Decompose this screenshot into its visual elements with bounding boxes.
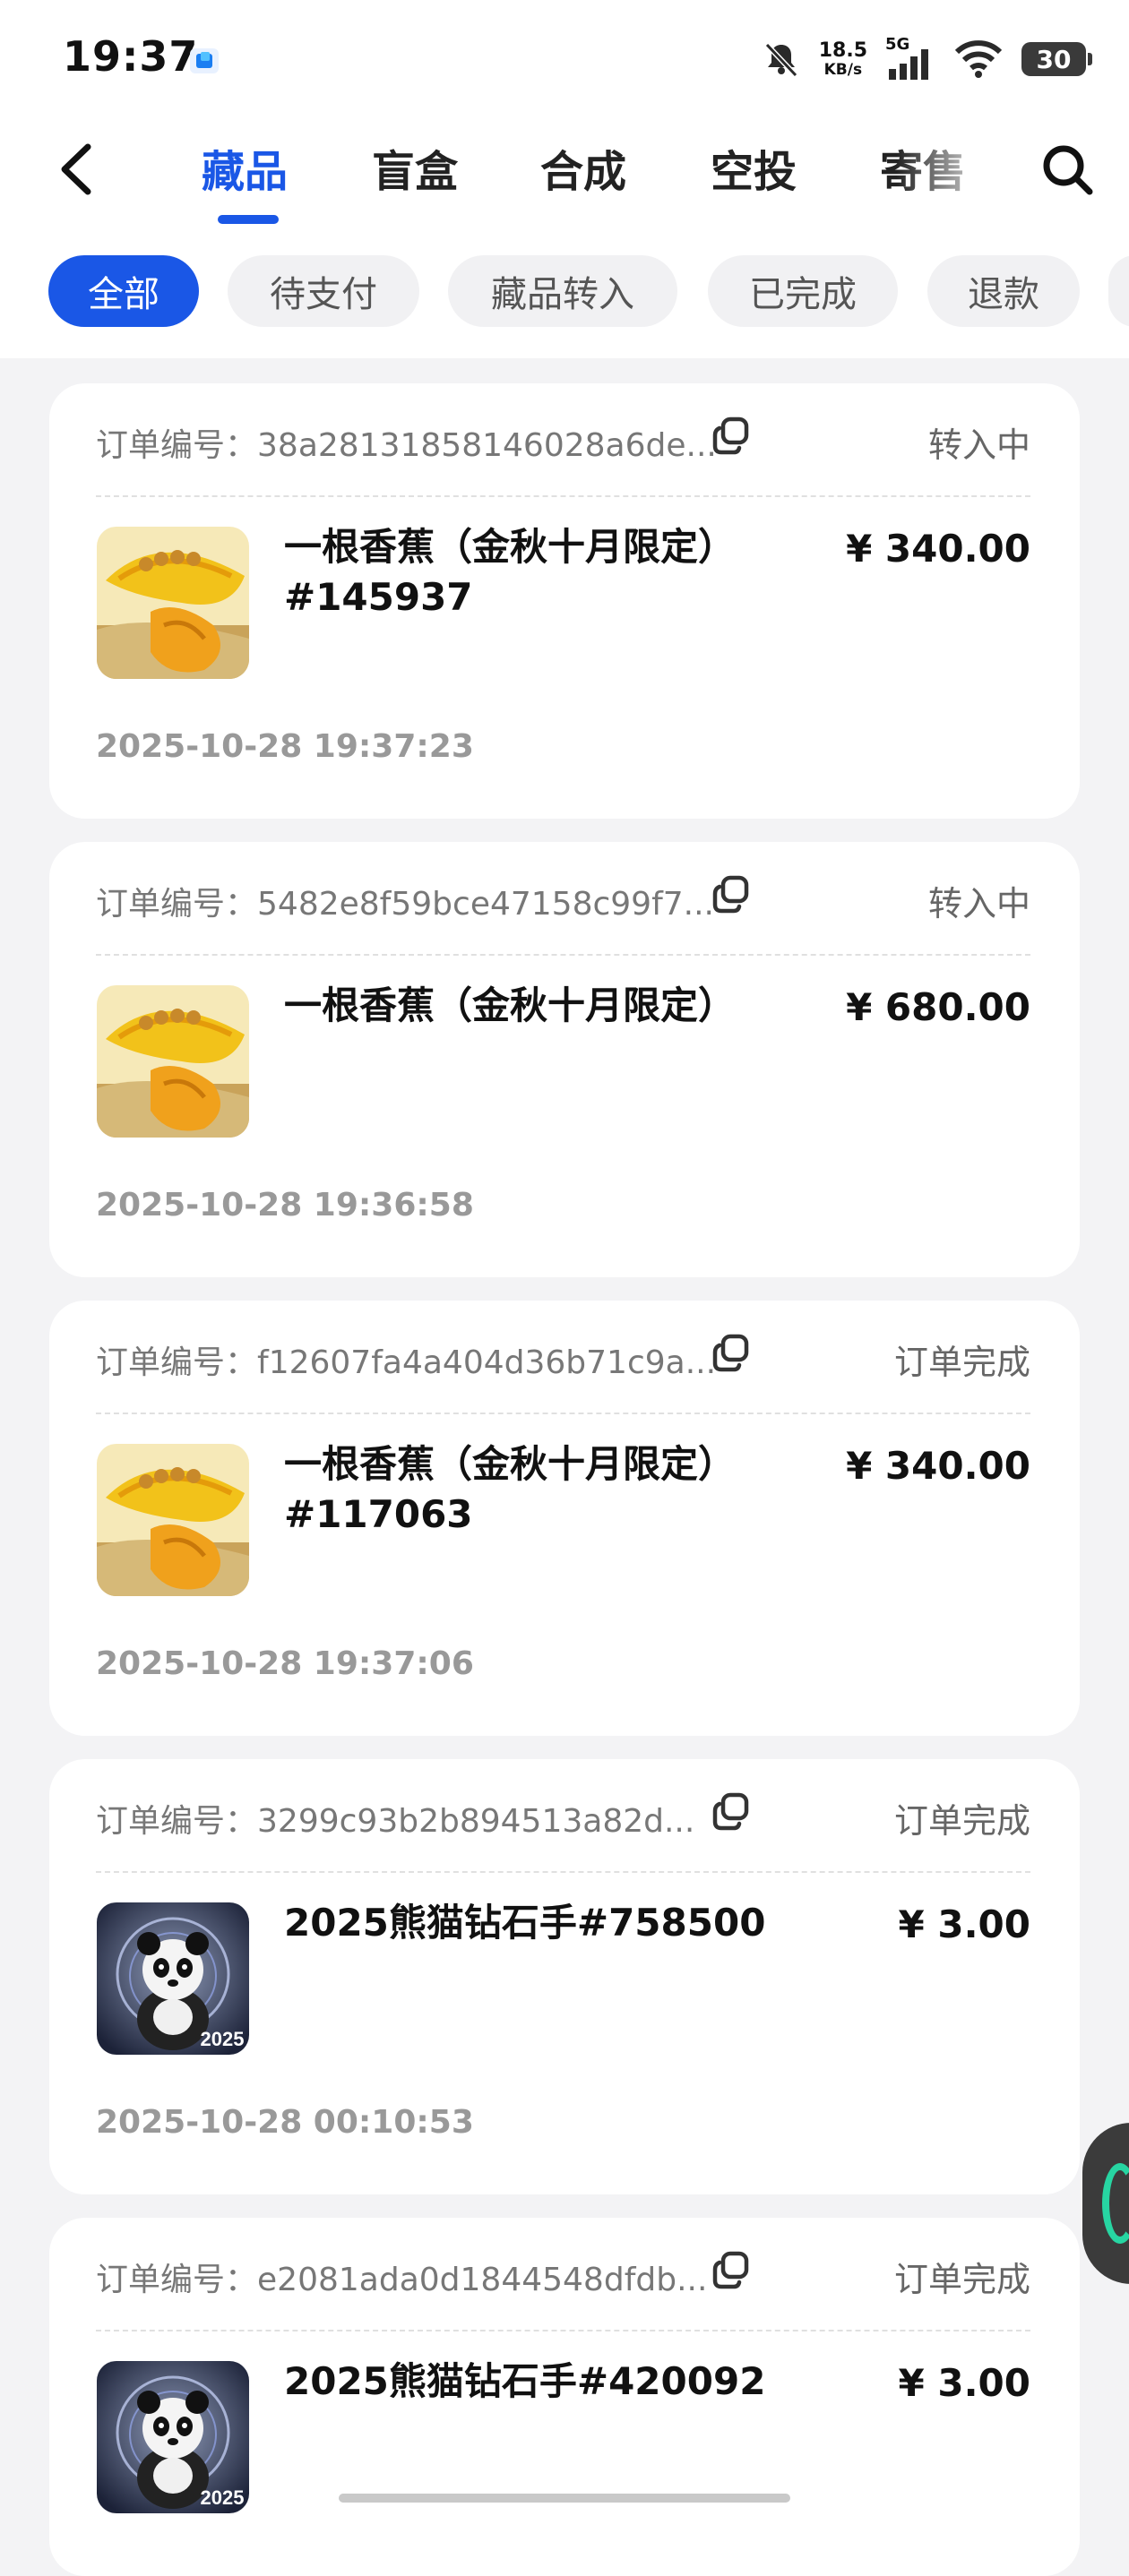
app-notification-icon xyxy=(190,48,219,73)
tab-airdrop[interactable]: 空投 xyxy=(711,136,797,199)
order-number: 订单编号：e2081ada0d1844548dfdb... xyxy=(96,2262,708,2298)
home-indicator xyxy=(339,2494,790,2503)
card-divider xyxy=(96,2330,1030,2331)
copy-icon[interactable] xyxy=(711,416,752,457)
collectible-name: 2025熊猫钻石手#420092 xyxy=(284,2359,766,2403)
net-speed: 18.5 KB/s xyxy=(818,39,867,79)
status-bar: 19:37 18.5 KB/s 5G 30 xyxy=(0,0,1129,107)
order-status: 订单完成 xyxy=(893,2260,1030,2299)
collectible-thumbnail[interactable]: 2025 xyxy=(97,1902,249,2055)
card-divider xyxy=(96,1413,1030,1414)
order-price: ¥ 340.00 xyxy=(846,527,1030,571)
order-card[interactable]: 订单编号：f12607fa4a404d36b71c9a... 订单完成 一根香蕉… xyxy=(49,1301,1080,1736)
tab-blind-box[interactable]: 盲盒 xyxy=(372,136,458,199)
collectible-name: 一根香蕉（金秋十月限定） xyxy=(284,983,737,1027)
wifi-icon xyxy=(954,40,1003,78)
status-time: 19:37 xyxy=(63,32,199,81)
order-status: 订单完成 xyxy=(893,1801,1030,1841)
copy-icon[interactable] xyxy=(711,2250,752,2291)
tabs-fade-overlay xyxy=(896,116,1013,215)
order-card[interactable]: 订单编号：5482e8f59bce47158c99f7... 转入中 一根香蕉（… xyxy=(49,842,1080,1277)
card-divider xyxy=(96,954,1030,956)
signal-indicator: 5G xyxy=(885,35,935,80)
order-status: 转入中 xyxy=(927,425,1030,465)
active-tab-indicator xyxy=(218,215,279,224)
svg-text:2025: 2025 xyxy=(201,2486,245,2509)
filter-chip-completed[interactable]: 已完成 xyxy=(708,255,898,327)
back-arrow-icon[interactable] xyxy=(52,140,106,199)
order-card[interactable]: 订单编号：3299c93b2b894513a82d... 订单完成 2025 2… xyxy=(49,1759,1080,2194)
order-number: 订单编号：3299c93b2b894513a82d... xyxy=(96,1803,695,1840)
collectible-thumbnail[interactable] xyxy=(97,527,249,679)
tab-synthesis[interactable]: 合成 xyxy=(540,136,626,199)
banana-artwork-icon xyxy=(97,527,249,679)
filter-chips: 全部 待支付 藏品转入 已完成 退款 xyxy=(0,255,1129,329)
signal-bars-icon xyxy=(889,49,928,80)
order-number: 订单编号：5482e8f59bce47158c99f7... xyxy=(96,886,714,923)
panda-artwork-icon: 2025 xyxy=(97,2361,249,2513)
order-card[interactable]: 订单编号：38a28131858146028a6de... 转入中 一根香蕉（金… xyxy=(49,383,1080,819)
banana-artwork-icon xyxy=(97,1444,249,1596)
order-price: ¥ 680.00 xyxy=(846,985,1030,1029)
order-price: ¥ 3.00 xyxy=(898,1902,1030,1946)
collectible-name: 一根香蕉（金秋十月限定）#145937 xyxy=(284,525,737,619)
order-date: 2025-10-28 19:37:06 xyxy=(96,1645,474,1682)
order-price: ¥ 3.00 xyxy=(898,2361,1030,2405)
card-divider xyxy=(96,1871,1030,1873)
category-tabs: 藏品 盲盒 合成 空投 寄售 xyxy=(179,116,986,224)
filter-chip-pending-payment[interactable]: 待支付 xyxy=(228,255,419,327)
filter-chip-all[interactable]: 全部 xyxy=(48,255,199,327)
order-date: 2025-10-28 00:10:53 xyxy=(96,2104,474,2141)
filter-chip-transfer-in[interactable]: 藏品转入 xyxy=(448,255,677,327)
panda-artwork-icon: 2025 xyxy=(97,1902,249,2055)
collectible-thumbnail[interactable] xyxy=(97,985,249,1138)
order-card[interactable]: 订单编号：e2081ada0d1844548dfdb... 订单完成 2025 … xyxy=(49,2218,1080,2576)
banana-artwork-icon xyxy=(97,985,249,1138)
order-date: 2025-10-28 19:36:58 xyxy=(96,1187,474,1224)
mute-bell-icon xyxy=(764,42,797,78)
order-price: ¥ 340.00 xyxy=(846,1444,1030,1488)
order-number: 订单编号：38a28131858146028a6de... xyxy=(96,427,717,464)
filter-chip-more[interactable] xyxy=(1108,255,1129,327)
filter-chip-refund[interactable]: 退款 xyxy=(927,255,1080,327)
search-icon[interactable] xyxy=(1039,142,1095,197)
collectible-thumbnail[interactable]: 2025 xyxy=(97,2361,249,2513)
copy-icon[interactable] xyxy=(711,1333,752,1374)
order-date: 2025-10-28 19:37:23 xyxy=(96,728,474,765)
order-number: 订单编号：f12607fa4a404d36b71c9a... xyxy=(96,1344,717,1381)
collectible-name: 2025熊猫钻石手#758500 xyxy=(284,1901,766,1945)
card-divider xyxy=(96,495,1030,497)
floating-assistant-button[interactable] xyxy=(1082,2123,1129,2284)
svg-text:2025: 2025 xyxy=(201,2028,245,2050)
copy-icon[interactable] xyxy=(711,874,752,915)
collectible-name: 一根香蕉（金秋十月限定）#117063 xyxy=(284,1442,737,1536)
collectible-thumbnail[interactable] xyxy=(97,1444,249,1596)
tab-collectibles[interactable]: 藏品 xyxy=(202,136,288,199)
battery-indicator: 30 xyxy=(1021,42,1092,76)
order-status: 转入中 xyxy=(927,884,1030,923)
copy-icon[interactable] xyxy=(711,1791,752,1833)
order-status: 订单完成 xyxy=(893,1343,1030,1382)
